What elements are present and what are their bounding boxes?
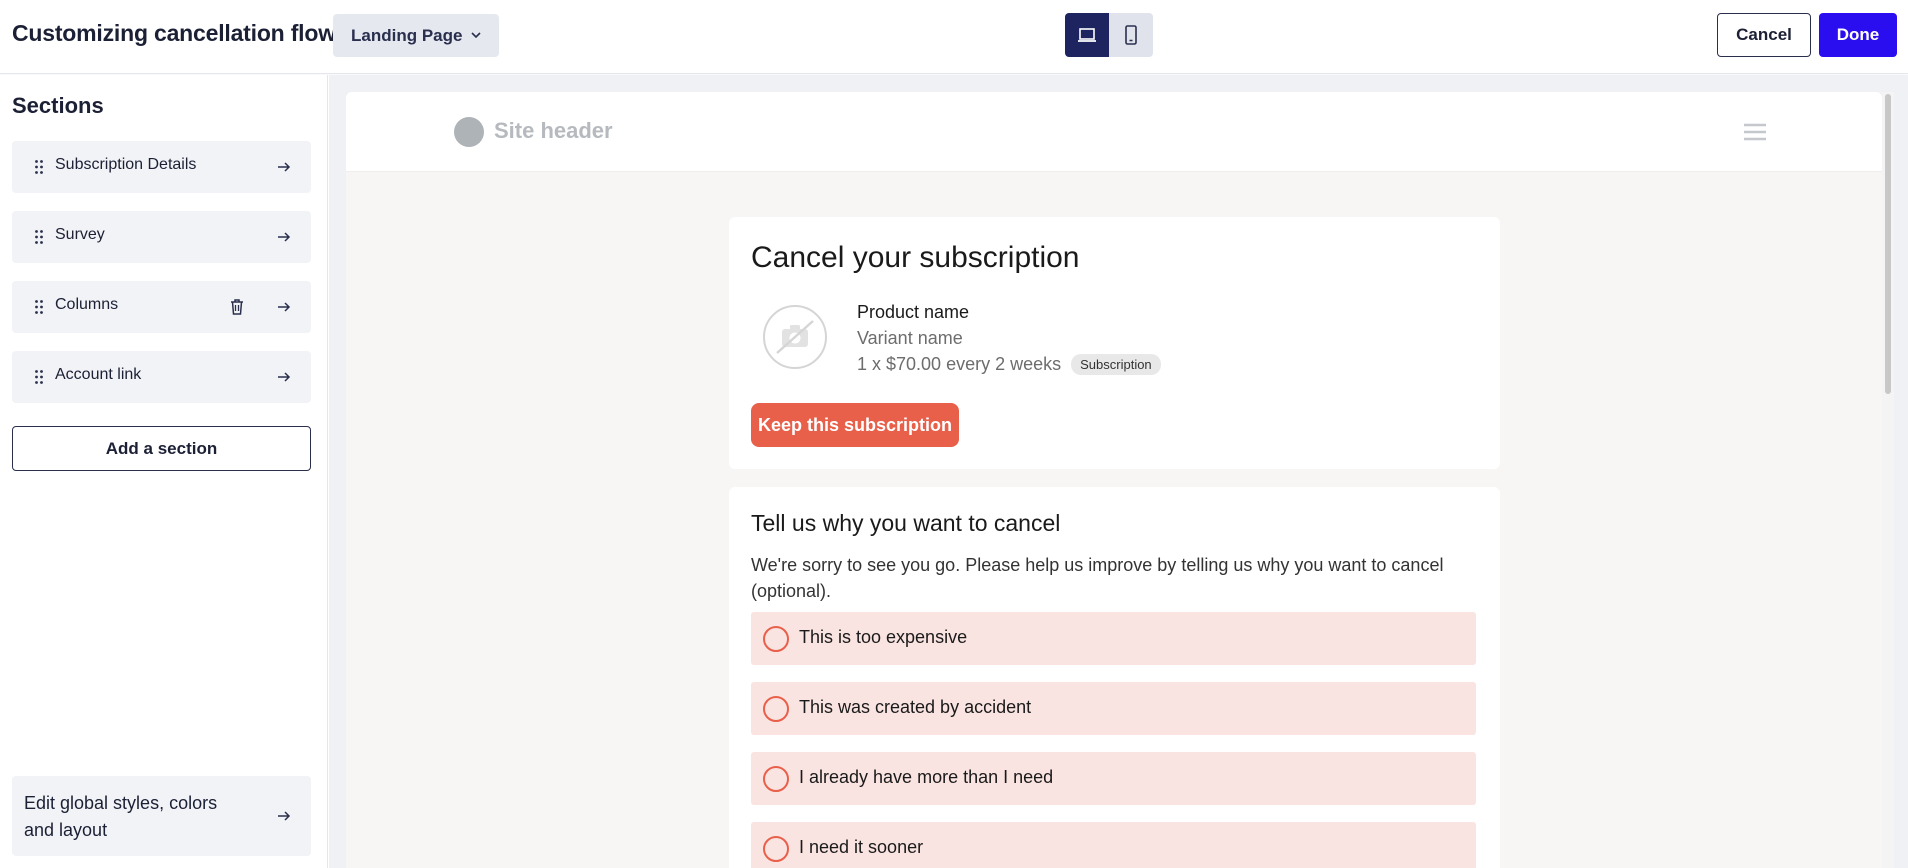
survey-option-label: This is too expensive — [799, 627, 968, 647]
radio-button[interactable] — [763, 766, 789, 792]
sidebar-item-label: Account link — [55, 366, 142, 383]
arrow-right-icon — [278, 232, 291, 242]
mobile-view-button[interactable] — [1109, 13, 1153, 57]
page-select-value: Landing Page — [351, 25, 463, 45]
hamburger-menu-icon — [1744, 123, 1766, 141]
page-select-dropdown[interactable]: Landing Page — [333, 14, 499, 57]
top-bar: Customizing cancellation flow Landing Pa… — [0, 0, 1908, 74]
survey-option-label: I already have more than I need — [799, 767, 1054, 787]
preview-scrollbar[interactable] — [1882, 92, 1894, 868]
variant-name: Variant name — [857, 328, 963, 348]
keep-subscription-button[interactable]: Keep this subscription — [751, 403, 959, 447]
arrow-right-icon — [278, 162, 291, 172]
survey-description: We're sorry to see you go. Please help u… — [751, 555, 1444, 601]
price-line: 1 x $70.00 every 2 weeks Subscription — [857, 354, 1161, 375]
survey-card[interactable]: Tell us why you want to cancel We're sor… — [729, 487, 1500, 868]
sidebar-heading: Sections — [12, 93, 104, 118]
subscription-details-card[interactable]: Cancel your subscription Product name Va… — [729, 217, 1500, 469]
survey-title: Tell us why you want to cancel — [751, 510, 1061, 536]
survey-option[interactable]: I already have more than I need — [751, 752, 1476, 805]
survey-option[interactable]: This was created by accident — [751, 682, 1476, 735]
radio-button[interactable] — [763, 836, 789, 862]
chevron-down-icon — [471, 32, 481, 39]
sidebar-item-account-link[interactable]: Account link — [12, 351, 311, 403]
preview-frame: Site header Cancel your subscription Pro… — [346, 92, 1882, 868]
page-title: Customizing cancellation flow — [12, 20, 336, 46]
drag-handle-icon[interactable] — [34, 369, 44, 385]
drag-handle-icon[interactable] — [34, 229, 44, 245]
phone-icon — [1125, 25, 1137, 45]
site-header[interactable]: Site header — [346, 92, 1882, 172]
trash-icon[interactable] — [229, 298, 245, 316]
sidebar-item-survey[interactable]: Survey — [12, 211, 311, 263]
sidebar-item-label: Columns — [55, 296, 119, 313]
survey-option-label: I need it sooner — [799, 837, 924, 857]
global-styles-button[interactable]: Edit global styles, colors and layout — [12, 776, 311, 856]
subscription-badge: Subscription — [1071, 354, 1161, 375]
scrollbar-thumb[interactable] — [1885, 94, 1891, 394]
global-styles-label: Edit global styles, colors and layout — [24, 793, 218, 840]
laptop-icon — [1078, 28, 1096, 42]
done-button[interactable]: Done — [1819, 13, 1897, 57]
arrow-right-icon — [278, 302, 291, 312]
survey-option-label: This was created by accident — [799, 697, 1032, 717]
sidebar-item-subscription-details[interactable]: Subscription Details — [12, 141, 311, 193]
desktop-view-button[interactable] — [1065, 13, 1109, 57]
arrow-right-icon — [278, 811, 291, 821]
device-toggle — [1065, 13, 1153, 57]
product-name: Product name — [857, 302, 970, 322]
price-text: 1 x $70.00 every 2 weeks — [857, 354, 1062, 374]
site-header-title: Site header — [494, 118, 613, 143]
drag-handle-icon[interactable] — [34, 159, 44, 175]
sidebar-item-columns[interactable]: Columns — [12, 281, 311, 333]
survey-option[interactable]: This is too expensive — [751, 612, 1476, 665]
cancel-subscription-title: Cancel your subscription — [751, 241, 1080, 274]
sidebar-item-label: Subscription Details — [55, 156, 197, 173]
cancel-button[interactable]: Cancel — [1717, 13, 1811, 57]
sidebar-item-label: Survey — [55, 226, 105, 243]
add-section-button[interactable]: Add a section — [12, 426, 311, 471]
sections-sidebar: Sections Subscription Details Survey Col… — [0, 75, 328, 868]
survey-option[interactable]: I need it sooner — [751, 822, 1476, 868]
radio-button[interactable] — [763, 696, 789, 722]
site-logo — [454, 117, 484, 147]
arrow-right-icon — [278, 372, 291, 382]
radio-button[interactable] — [763, 626, 789, 652]
drag-handle-icon[interactable] — [34, 299, 44, 315]
no-image-icon — [763, 305, 827, 369]
